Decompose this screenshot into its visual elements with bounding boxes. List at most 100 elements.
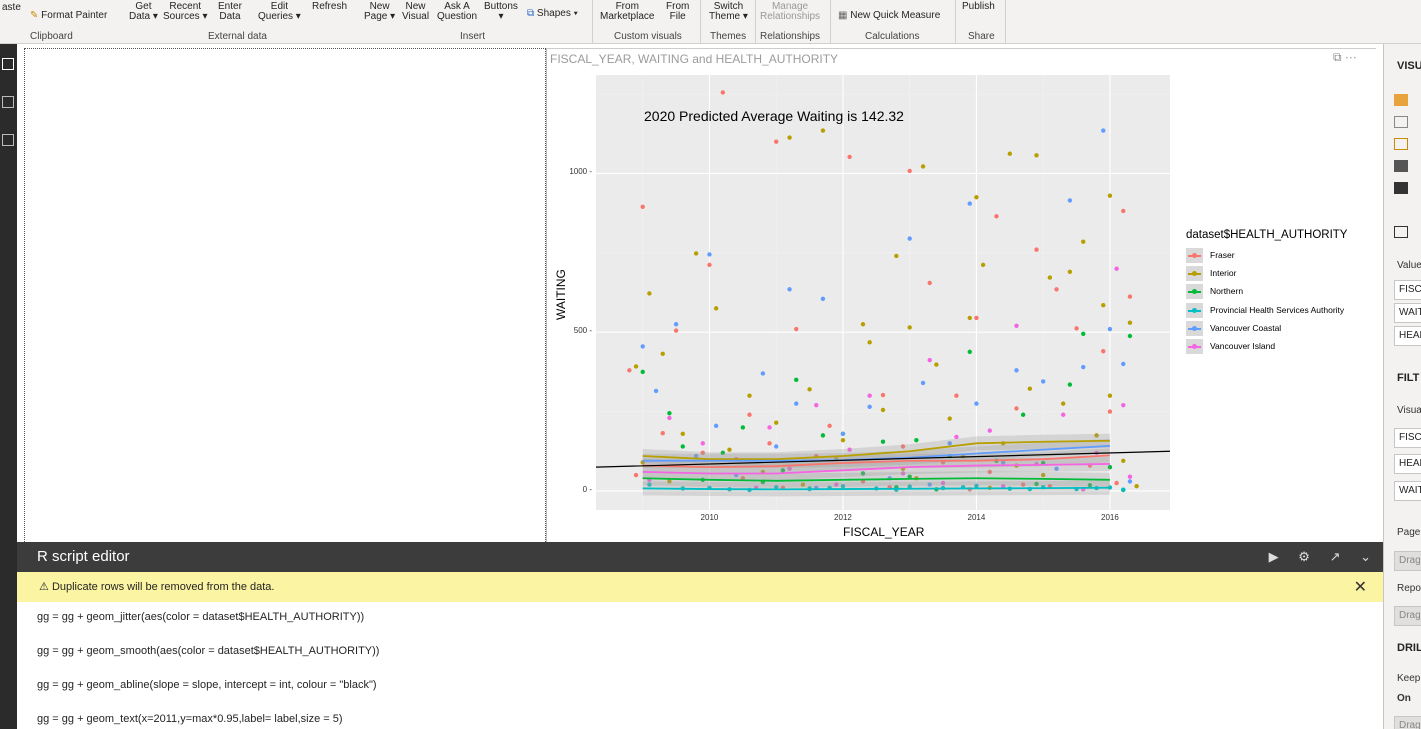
publish-button[interactable]: Publish [962,2,995,12]
visualizations-header[interactable]: VISU [1397,60,1421,72]
data-point [820,128,826,133]
legend-key [1186,248,1203,263]
data-point [927,280,932,286]
data-point [767,425,772,430]
data-point [867,404,872,410]
data-point [640,344,645,349]
field-well-waiting[interactable]: WAIT [1394,303,1421,323]
view-rail [0,44,17,729]
edit-queries-button[interactable]: Edit Queries ▾ [258,2,301,22]
values-label: Value [1397,260,1421,271]
settings-icon[interactable]: ⚙ [1298,549,1310,564]
data-point [994,214,999,219]
data-point [727,447,732,452]
drillthrough-drop[interactable]: Drag [1394,716,1421,729]
data-point [680,444,685,449]
legend-item: Northern [1186,283,1347,301]
data-point [820,433,826,438]
visual-options[interactable]: ⧉ ⋯ [1333,50,1357,65]
group-calculations: Calculations [865,31,920,42]
manage-relationships-button[interactable]: Manage Relationships [760,2,820,22]
data-point [1067,198,1073,203]
data-point [1027,386,1033,391]
data-point [1127,294,1133,299]
from-file-button[interactable]: From File [666,2,689,22]
data-point [747,393,752,398]
legend-item: Vancouver Island [1186,338,1347,356]
legend-label: Provincial Health Services Authority [1210,304,1345,315]
new-quick-measure-button[interactable]: ▦ New Quick Measure [838,11,940,21]
column-chart-icon[interactable] [1394,138,1408,150]
from-marketplace-button[interactable]: From Marketplace [600,2,654,22]
data-point [1127,333,1133,339]
data-point [774,420,779,425]
data-point [1034,153,1039,158]
data-point [787,135,792,140]
data-point [653,388,659,394]
keep-filters-toggle[interactable]: On [1397,693,1411,704]
get-data-button[interactable]: Get Data ▾ [129,2,158,22]
data-point [807,387,812,392]
data-point [700,441,705,446]
code-line[interactable]: gg = gg + geom_jitter(aes(color = datase… [37,611,364,623]
data-point [974,401,979,406]
data-point [667,410,672,416]
code-line[interactable]: gg = gg + geom_abline(slope = slope, int… [37,679,377,691]
data-point [1121,208,1126,214]
r-visual-icon[interactable] [1394,182,1408,194]
report-filter-drop[interactable]: Drag [1394,606,1421,626]
right-panel: VISU Value FISCA WAIT HEAL FILT Visua FI… [1383,44,1421,729]
bar-chart-icon[interactable] [1394,94,1408,106]
new-visual-button[interactable]: New Visual [402,2,429,22]
data-point [1107,326,1113,332]
data-point [907,236,912,241]
visual-title: FISCAL_YEAR, WAITING and HEALTH_AUTHORIT… [550,52,839,66]
paste-button[interactable]: aste [2,3,21,13]
code-line[interactable]: gg = gg + geom_text(x=2011,y=max*0.95,la… [37,713,343,725]
filters-header[interactable]: FILT [1397,372,1419,384]
switch-theme-button[interactable]: Switch Theme ▾ [709,2,748,22]
close-icon[interactable]: ✕ [1354,577,1367,597]
field-well-fiscal[interactable]: FISCA [1394,280,1421,300]
more-options-icon[interactable]: ⋯ [1345,50,1357,64]
run-script-icon[interactable]: ▶ [1269,549,1279,564]
shapes-button[interactable]: ⧉ Shapes ▾ [527,9,578,19]
data-point [860,322,866,327]
data-point [794,401,799,406]
data-point [767,441,772,446]
drillthrough-header[interactable]: DRIL [1397,642,1421,654]
field-well-health[interactable]: HEAL [1394,326,1421,346]
data-point [760,371,766,376]
filter-fiscal[interactable]: FISC [1394,428,1421,448]
recent-sources-button[interactable]: Recent Sources ▾ [163,2,207,22]
data-point [647,291,652,296]
expand-icon[interactable]: ↗ [1330,549,1341,564]
map-icon[interactable] [1394,160,1408,172]
data-view-icon[interactable] [2,96,14,108]
group-external-data: External data [208,31,267,42]
code-line[interactable]: gg = gg + geom_smooth(aes(color = datase… [37,645,379,657]
data-point [920,380,926,386]
format-painter-button[interactable]: ✎ Format Painter [30,11,107,21]
ribbon: aste ✎ Format Painter Get Data ▾ Recent So… [0,0,1421,44]
line-chart-icon[interactable] [1394,116,1408,128]
collapse-icon[interactable]: ⌄ [1360,549,1371,564]
ask-question-button[interactable]: Ask A Question [437,2,477,22]
buttons-button[interactable]: Buttons ▾ [484,2,518,22]
empty-visual-placeholder[interactable] [24,48,546,542]
report-view-icon[interactable] [2,58,14,70]
enter-data-button[interactable]: Enter Data [218,2,242,22]
data-point [660,430,665,436]
refresh-button[interactable]: Refresh [312,2,347,12]
filter-health[interactable]: HEAL [1394,454,1421,474]
focus-mode-icon[interactable]: ⧉ [1333,50,1342,64]
calculator-icon: ▦ [838,10,848,21]
page-filter-drop[interactable]: Drag [1394,551,1421,571]
model-view-icon[interactable] [2,134,14,146]
new-page-button[interactable]: New Page ▾ [364,2,395,22]
warning-icon: ⚠ [39,581,49,593]
data-point [1081,331,1086,336]
data-point [1107,393,1113,398]
fields-tab-icon[interactable] [1394,226,1408,238]
filter-waiting[interactable]: WAIT [1394,481,1421,501]
